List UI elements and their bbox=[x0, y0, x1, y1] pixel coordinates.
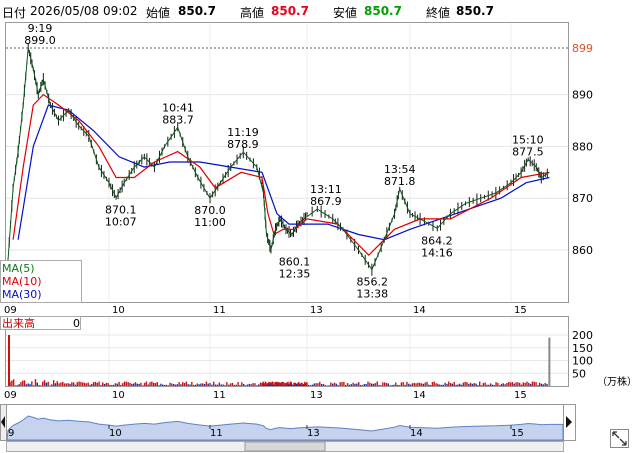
price-annotation: 10:41883.7 bbox=[162, 101, 194, 126]
x-tick-label: 09 bbox=[4, 305, 17, 316]
x-tick-label: 14 bbox=[413, 390, 426, 401]
navigator-tick-label: 15 bbox=[511, 428, 524, 439]
expand-arrows-icon[interactable] bbox=[610, 429, 629, 448]
x-tick-label: 10 bbox=[112, 305, 125, 316]
price-annotation: 15:10877.5 bbox=[512, 133, 544, 158]
svg-text:871.8: 871.8 bbox=[384, 175, 416, 188]
volume-current: 0 bbox=[73, 317, 80, 330]
chart-canvas: 9:19899.0870.110:0710:41883.7870.011:001… bbox=[0, 22, 635, 452]
price-annotation: 870.110:07 bbox=[105, 204, 137, 229]
price-annotation: 11:19878.9 bbox=[227, 126, 259, 151]
svg-text:899.0: 899.0 bbox=[24, 34, 56, 47]
x-tick-label: 13 bbox=[310, 305, 323, 316]
volume-unit: （万株） bbox=[597, 375, 635, 388]
svg-text:877.5: 877.5 bbox=[512, 145, 544, 158]
svg-text:14:16: 14:16 bbox=[421, 246, 453, 259]
price-axis-ticks: 899 890 880 870 860 bbox=[572, 42, 593, 257]
svg-text:11:00: 11:00 bbox=[194, 216, 226, 229]
price-annotation: 870.011:00 bbox=[194, 204, 226, 229]
price-tick-label: 870 bbox=[572, 192, 593, 205]
svg-text:878.9: 878.9 bbox=[227, 138, 259, 151]
price-tick-label: 890 bbox=[572, 89, 593, 102]
price-annotation: 864.214:16 bbox=[421, 234, 453, 259]
volume-tick-label: 50 bbox=[572, 367, 586, 380]
scrollbar-thumb[interactable] bbox=[244, 441, 326, 452]
volume-title: 出来高 bbox=[2, 316, 35, 330]
price-annotation: 860.112:35 bbox=[279, 256, 311, 281]
navigator-tick-label: 14 bbox=[410, 428, 423, 439]
x-tick-label: 09 bbox=[4, 390, 17, 401]
svg-text:867.9: 867.9 bbox=[310, 195, 342, 208]
ma30-legend: MA(30) bbox=[2, 288, 42, 301]
price-annotation: 9:19899.0 bbox=[24, 22, 56, 47]
price-tick-label: 880 bbox=[572, 140, 593, 153]
x-tick-label: 10 bbox=[112, 390, 125, 401]
x-tick-label: 11 bbox=[213, 390, 226, 401]
volume-tick-label: 200 bbox=[572, 329, 593, 342]
volume-panel bbox=[5, 316, 569, 387]
price-tick-label: 860 bbox=[572, 244, 593, 257]
volume-x-labels: 09 10 11 13 14 15 bbox=[4, 390, 527, 401]
volume-tick-label: 150 bbox=[572, 342, 593, 355]
svg-text:883.7: 883.7 bbox=[162, 113, 194, 126]
svg-text:10:07: 10:07 bbox=[105, 216, 137, 229]
x-tick-label: 15 bbox=[514, 305, 527, 316]
price-tick-label: 899 bbox=[572, 42, 593, 55]
volume-axis-ticks: 20015010050 bbox=[572, 329, 593, 380]
navigator-tick-label: 11 bbox=[210, 428, 223, 439]
x-tick-label: 15 bbox=[514, 390, 527, 401]
ma10-legend: MA(10) bbox=[2, 275, 42, 288]
price-annotation: 856.213:38 bbox=[356, 276, 388, 301]
svg-text:12:35: 12:35 bbox=[279, 268, 311, 281]
navigator-tick-label: 9 bbox=[8, 428, 14, 439]
price-annotation: 13:54871.8 bbox=[384, 163, 416, 188]
x-tick-label: 14 bbox=[413, 305, 426, 316]
ma5-legend: MA(5) bbox=[2, 262, 35, 275]
x-tick-label: 13 bbox=[310, 390, 323, 401]
navigator-tick-label: 10 bbox=[109, 428, 122, 439]
svg-text:13:38: 13:38 bbox=[356, 288, 388, 301]
volume-tick-label: 100 bbox=[572, 355, 593, 368]
navigator-tick-label: 13 bbox=[307, 428, 320, 439]
x-tick-label: 11 bbox=[213, 305, 226, 316]
price-annotation: 13:11867.9 bbox=[310, 183, 342, 208]
main-x-labels: 09 10 11 13 14 15 bbox=[4, 305, 527, 316]
